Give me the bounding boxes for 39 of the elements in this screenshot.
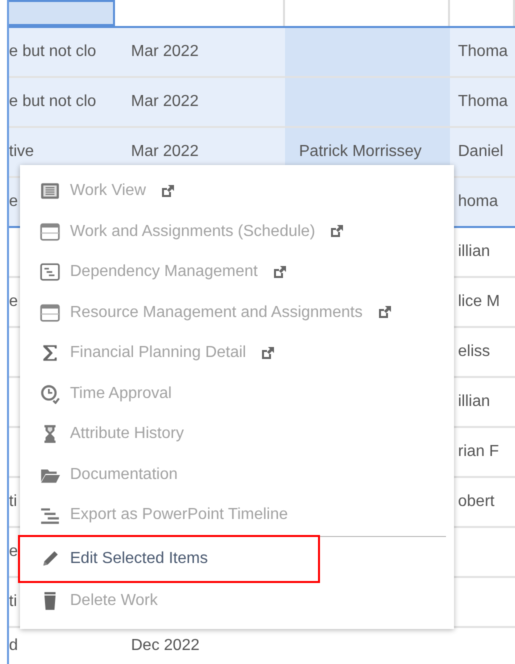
table-cell: Dec 2022 [131, 637, 200, 655]
menu-item-icon [40, 384, 60, 404]
table-cell: obert [458, 493, 494, 511]
header-cell[interactable] [9, 0, 115, 26]
table-cell: Mar 2022 [131, 43, 199, 61]
table-cell: Mar 2022 [131, 93, 199, 111]
external-link-icon [260, 346, 276, 361]
table-cell: Thoma [458, 93, 508, 111]
table-cell: illian [458, 393, 490, 411]
menu-item-icon [40, 181, 60, 202]
table-cell: ti [9, 593, 17, 611]
table-row[interactable]: d Dec 2022 [9, 628, 515, 664]
table-cell: e [9, 193, 18, 211]
menu-item-icon [40, 302, 60, 323]
external-link-icon [272, 264, 287, 280]
table-cell: illian [458, 243, 490, 261]
table-cell: e but not clo [9, 93, 96, 111]
table-cell: homa [458, 193, 498, 211]
table-cell: eliss [458, 343, 490, 361]
external-link-icon [376, 305, 392, 320]
menu-item-icon [40, 262, 60, 282]
external-link-icon [160, 184, 175, 199]
table-cell: rian F [458, 443, 499, 461]
table-cell: Mar 2022 [131, 143, 199, 161]
table-row[interactable]: e but not clo Mar 2022 Thoma [9, 28, 515, 78]
table-cell: Patrick Morrissey [299, 143, 422, 161]
table-cell: Thoma [458, 43, 508, 61]
table-cell: e [9, 543, 18, 561]
table-cell: Daniel [458, 143, 504, 161]
external-link-icon [329, 224, 344, 240]
table-row[interactable]: e but not clo Mar 2022 Thoma [9, 78, 515, 128]
table-cell: tive [9, 143, 34, 161]
table-cell: ti [9, 493, 17, 511]
table-cell: lice M [458, 293, 500, 311]
table-cell: d [9, 637, 18, 655]
table-cell: e but not clo [9, 43, 96, 61]
menu-item[interactable]: Edit Selected Items [20, 536, 318, 580]
menu-item-icon [40, 222, 60, 242]
table-cell: e [9, 293, 18, 311]
